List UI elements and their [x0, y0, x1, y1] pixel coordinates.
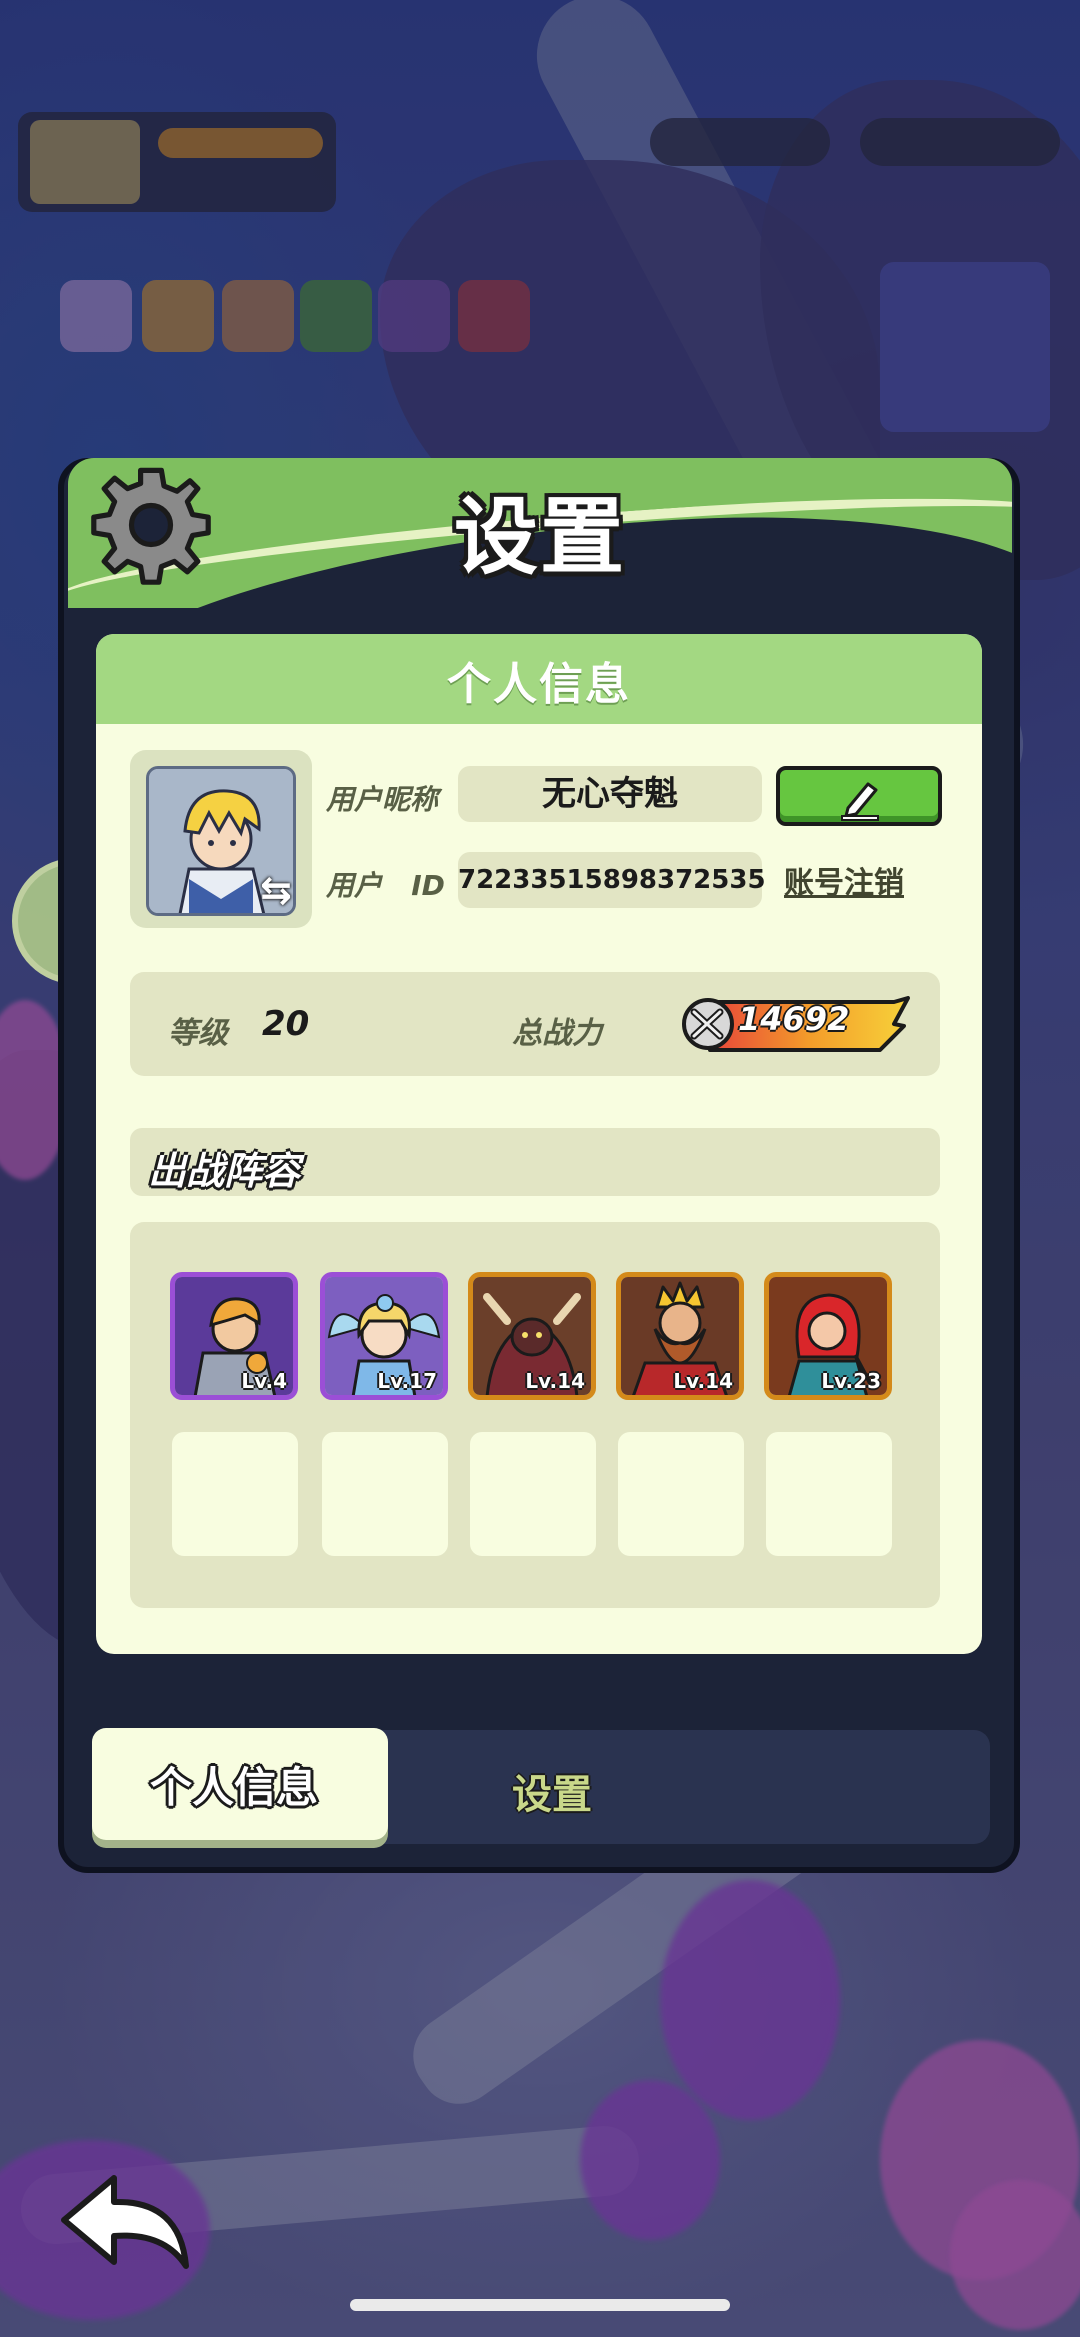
hero-level: Lv.23 — [821, 1369, 881, 1393]
user-id-label: 用户 ID — [326, 869, 445, 902]
tab-settings[interactable]: 设置 — [512, 1762, 592, 1820]
hero-card-2[interactable]: Lv.17 — [320, 1272, 448, 1400]
back-arrow-icon[interactable] — [56, 2170, 196, 2280]
empty-hero-slot[interactable] — [470, 1432, 596, 1556]
hero-card-1[interactable]: Lv.4 — [170, 1272, 298, 1400]
nickname-label: 用户昵称 — [326, 783, 439, 816]
power-label: 总战力 — [512, 1016, 602, 1051]
user-id-value: 72233515898372535 — [458, 865, 766, 895]
power-value: 14692 — [738, 1000, 850, 1038]
empty-hero-slot[interactable] — [618, 1432, 744, 1556]
gear-icon — [91, 467, 211, 585]
tab-profile-label: 个人信息 — [150, 1763, 319, 1812]
swap-avatar-icon[interactable]: ⇆ — [260, 870, 296, 910]
nickname-value: 无心夺魁 — [542, 774, 678, 814]
level-value: 20 — [262, 1004, 310, 1044]
hero-level: Lv.4 — [241, 1369, 287, 1393]
lineup-title: 出战阵容 — [148, 1149, 301, 1193]
hero-level: Lv.14 — [525, 1369, 585, 1393]
hero-level: Lv.14 — [673, 1369, 733, 1393]
hero-card-3[interactable]: Lv.14 — [468, 1272, 596, 1400]
empty-hero-slot[interactable] — [172, 1432, 298, 1556]
user-id-field: 72233515898372535 — [458, 852, 766, 908]
home-indicator[interactable] — [350, 2299, 730, 2311]
nickname-field: 无心夺魁 — [458, 766, 762, 822]
profile-header: 个人信息 — [447, 659, 631, 710]
edit-nickname-button[interactable] — [776, 766, 942, 826]
level-label: 等级 — [168, 1016, 228, 1051]
account-unregister-link[interactable]: 账号注销 — [784, 858, 904, 902]
hero-level: Lv.17 — [377, 1369, 437, 1393]
hero-card-4[interactable]: Lv.14 — [616, 1272, 744, 1400]
empty-hero-slot[interactable] — [322, 1432, 448, 1556]
hero-card-5[interactable]: Lv.23 — [764, 1272, 892, 1400]
empty-hero-slot[interactable] — [766, 1432, 892, 1556]
pencil-icon — [841, 782, 879, 821]
